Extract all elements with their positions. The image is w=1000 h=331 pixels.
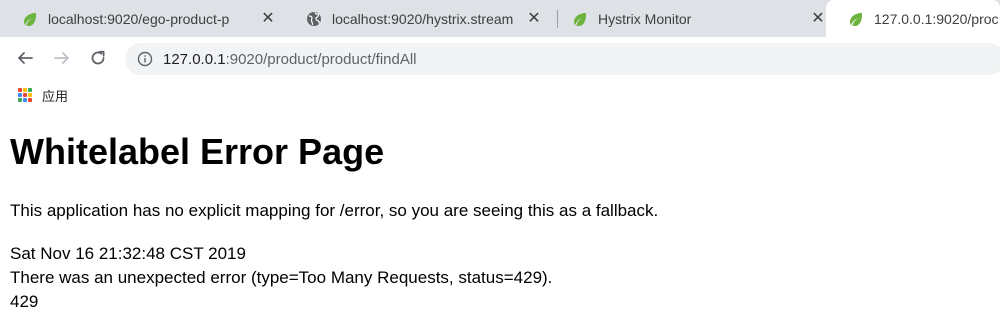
error-message: There was an unexpected error (type=Too … — [10, 268, 553, 287]
browser-chrome: localhost:9020/ego-product-p ✕ localhost… — [0, 0, 1000, 109]
url-path: :9020/product/product/findAll — [225, 50, 417, 68]
reload-button[interactable] — [86, 46, 110, 70]
close-icon[interactable]: ✕ — [810, 10, 826, 27]
reload-icon — [91, 50, 105, 65]
back-arrow-icon — [18, 52, 33, 64]
toolbar: 127.0.0.1:9020/product/product/findAll — [0, 37, 1000, 81]
spring-leaf-icon — [24, 12, 37, 26]
tab-ego-product[interactable]: localhost:9020/ego-product-p ✕ — [0, 0, 284, 37]
tab-hystrix-stream[interactable]: localhost:9020/hystrix.stream ✕ — [284, 0, 550, 37]
error-timestamp: Sat Nov 16 21:32:48 CST 2019 — [10, 244, 246, 263]
tab-strip: localhost:9020/ego-product-p ✕ localhost… — [0, 0, 1000, 37]
bookmarks-bar: 应用 — [0, 81, 1000, 109]
tab-title: localhost:9020/hystrix.stream — [332, 10, 514, 27]
error-status-code: 429 — [10, 292, 39, 311]
apps-shortcut[interactable]: 应用 — [18, 86, 68, 105]
error-details: Sat Nov 16 21:32:48 CST 2019 There was a… — [10, 242, 552, 314]
info-icon[interactable] — [137, 51, 153, 67]
apps-grid-icon — [18, 88, 32, 102]
page-title: Whitelabel Error Page — [10, 131, 385, 172]
close-icon[interactable]: ✕ — [526, 10, 542, 27]
tab-hystrix-monitor[interactable]: Hystrix Monitor ✕ — [550, 0, 834, 37]
address-bar[interactable]: 127.0.0.1:9020/product/product/findAll — [125, 43, 1000, 75]
tab-title: 127.0.0.1:9020/proc — [874, 10, 999, 27]
url-host: 127.0.0.1 — [163, 50, 226, 68]
back-button[interactable] — [13, 46, 37, 70]
tab-title: Hystrix Monitor — [598, 10, 692, 27]
globe-icon — [307, 11, 321, 26]
tab-title: localhost:9020/ego-product-p — [48, 10, 230, 27]
apps-label: 应用 — [42, 88, 69, 104]
tab-findall[interactable]: 127.0.0.1:9020/proc — [826, 0, 1000, 37]
spring-leaf-icon — [574, 12, 587, 26]
forward-arrow-icon — [54, 52, 69, 64]
spring-leaf-icon — [850, 12, 863, 26]
error-description: This application has no explicit mapping… — [10, 201, 659, 220]
forward-button[interactable] — [50, 46, 74, 70]
close-icon[interactable]: ✕ — [260, 10, 276, 27]
url-text: 127.0.0.1:9020/product/product/findAll — [163, 51, 417, 68]
